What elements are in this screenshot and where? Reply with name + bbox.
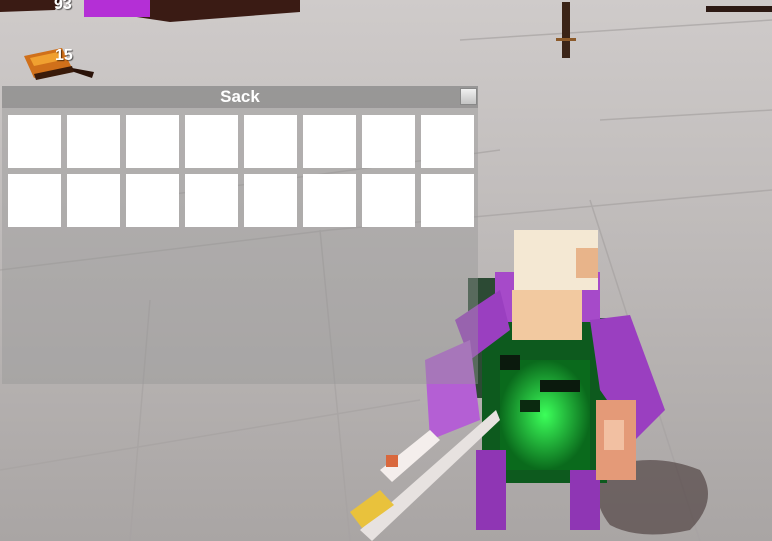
inventory-slot[interactable] bbox=[362, 115, 415, 168]
inventory-slot[interactable] bbox=[362, 174, 415, 227]
inventory-slot[interactable] bbox=[185, 115, 238, 168]
sack-title: Sack bbox=[2, 86, 478, 108]
inventory-slot[interactable] bbox=[421, 174, 474, 227]
inventory-grid bbox=[8, 115, 474, 227]
inventory-slot[interactable] bbox=[126, 174, 179, 227]
inventory-slot[interactable] bbox=[67, 115, 120, 168]
inventory-slot[interactable] bbox=[244, 174, 297, 227]
inventory-slot[interactable] bbox=[244, 115, 297, 168]
inventory-slot[interactable] bbox=[185, 174, 238, 227]
mana-bar bbox=[84, 0, 150, 17]
item-count: 15 bbox=[55, 47, 73, 64]
inventory-slot[interactable] bbox=[421, 115, 474, 168]
inventory-slot[interactable] bbox=[8, 174, 61, 227]
close-button[interactable] bbox=[460, 88, 477, 105]
inventory-slot[interactable] bbox=[303, 174, 356, 227]
inventory-slot[interactable] bbox=[303, 115, 356, 168]
inventory-slot[interactable] bbox=[126, 115, 179, 168]
mana-value: 93 bbox=[54, 0, 72, 13]
inventory-slot[interactable] bbox=[67, 174, 120, 227]
sack-panel: Sack bbox=[2, 86, 478, 384]
inventory-slot[interactable] bbox=[8, 115, 61, 168]
